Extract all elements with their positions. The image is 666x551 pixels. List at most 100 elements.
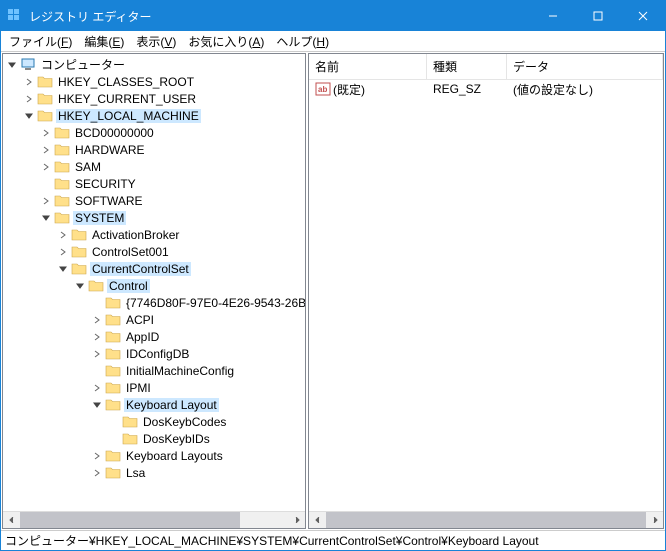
chevron-right-icon[interactable] bbox=[88, 469, 105, 477]
folder-icon bbox=[105, 346, 121, 362]
tree-item-label: ControlSet001 bbox=[90, 245, 171, 259]
tree-item[interactable]: HARDWARE bbox=[3, 141, 305, 158]
chevron-right-icon[interactable] bbox=[20, 78, 37, 86]
folder-icon bbox=[105, 363, 121, 379]
tree-item[interactable]: DosKeybIDs bbox=[3, 430, 305, 447]
tree-item[interactable]: CurrentControlSet bbox=[3, 260, 305, 277]
folder-icon bbox=[71, 244, 87, 260]
folder-icon bbox=[105, 312, 121, 328]
chevron-right-icon[interactable] bbox=[37, 129, 54, 137]
menu-view[interactable]: 表示(V) bbox=[130, 31, 182, 52]
tree-item-label: AppID bbox=[124, 330, 161, 344]
folder-icon bbox=[54, 193, 70, 209]
tree-item-label: Keyboard Layouts bbox=[124, 449, 225, 463]
scroll-left-button[interactable] bbox=[309, 512, 326, 528]
tree-item[interactable]: IPMI bbox=[3, 379, 305, 396]
tree-item[interactable]: SOFTWARE bbox=[3, 192, 305, 209]
tree-item[interactable]: HKEY_CLASSES_ROOT bbox=[3, 73, 305, 90]
tree-item[interactable]: Keyboard Layout bbox=[3, 396, 305, 413]
list-row[interactable]: ab(既定)REG_SZ(値の設定なし) bbox=[309, 80, 663, 98]
tree-item[interactable]: {7746D80F-97E0-4E26-9543-26B bbox=[3, 294, 305, 311]
tree-item[interactable]: コンピューター bbox=[3, 56, 305, 73]
title-bar: レジストリ エディター bbox=[1, 1, 665, 31]
chevron-down-icon[interactable] bbox=[37, 214, 54, 222]
tree-item[interactable]: SAM bbox=[3, 158, 305, 175]
chevron-down-icon[interactable] bbox=[3, 61, 20, 69]
menu-file[interactable]: ファイル(F) bbox=[3, 31, 78, 52]
tree-item[interactable]: DosKeybCodes bbox=[3, 413, 305, 430]
folder-icon bbox=[122, 414, 138, 430]
tree-item-label: SAM bbox=[73, 160, 103, 174]
tree-item[interactable]: ACPI bbox=[3, 311, 305, 328]
scroll-right-button[interactable] bbox=[288, 512, 305, 528]
window-title: レジストリ エディター bbox=[29, 8, 530, 25]
scroll-left-button[interactable] bbox=[3, 512, 20, 528]
folder-icon bbox=[71, 261, 87, 277]
svg-text:ab: ab bbox=[318, 85, 327, 94]
chevron-down-icon[interactable] bbox=[54, 265, 71, 273]
column-name[interactable]: 名前 bbox=[309, 54, 427, 79]
folder-icon bbox=[105, 295, 121, 311]
menu-edit[interactable]: 編集(E) bbox=[78, 31, 130, 52]
tree-item[interactable]: BCD00000000 bbox=[3, 124, 305, 141]
tree-item-label: HKEY_LOCAL_MACHINE bbox=[56, 109, 201, 123]
folder-icon bbox=[122, 431, 138, 447]
tree-item[interactable]: IDConfigDB bbox=[3, 345, 305, 362]
tree-item-label: Control bbox=[107, 279, 150, 293]
chevron-right-icon[interactable] bbox=[88, 452, 105, 460]
chevron-right-icon[interactable] bbox=[54, 248, 71, 256]
tree-item-label: CurrentControlSet bbox=[90, 262, 191, 276]
tree-item[interactable]: Lsa bbox=[3, 464, 305, 481]
chevron-down-icon[interactable] bbox=[88, 401, 105, 409]
status-bar: コンピューター¥HKEY_LOCAL_MACHINE¥SYSTEM¥Curren… bbox=[1, 530, 665, 550]
tree-item-label: HARDWARE bbox=[73, 143, 147, 157]
folder-icon bbox=[54, 159, 70, 175]
folder-icon bbox=[37, 74, 53, 90]
minimize-button[interactable] bbox=[530, 1, 575, 31]
registry-tree[interactable]: コンピューターHKEY_CLASSES_ROOTHKEY_CURRENT_USE… bbox=[3, 54, 305, 511]
folder-icon bbox=[88, 278, 104, 294]
tree-item[interactable]: HKEY_LOCAL_MACHINE bbox=[3, 107, 305, 124]
chevron-right-icon[interactable] bbox=[88, 316, 105, 324]
menu-help[interactable]: ヘルプ(H) bbox=[270, 31, 335, 52]
folder-icon bbox=[54, 176, 70, 192]
folder-icon bbox=[105, 380, 121, 396]
tree-item[interactable]: SECURITY bbox=[3, 175, 305, 192]
chevron-right-icon[interactable] bbox=[37, 163, 54, 171]
tree-item-label: SOFTWARE bbox=[73, 194, 145, 208]
tree-item[interactable]: ActivationBroker bbox=[3, 226, 305, 243]
column-type[interactable]: 種類 bbox=[427, 54, 507, 79]
list-body[interactable]: ab(既定)REG_SZ(値の設定なし) bbox=[309, 80, 663, 511]
chevron-right-icon[interactable] bbox=[88, 384, 105, 392]
tree-item[interactable]: HKEY_CURRENT_USER bbox=[3, 90, 305, 107]
folder-icon bbox=[37, 91, 53, 107]
chevron-right-icon[interactable] bbox=[37, 197, 54, 205]
tree-item[interactable]: InitialMachineConfig bbox=[3, 362, 305, 379]
chevron-right-icon[interactable] bbox=[88, 350, 105, 358]
tree-scroll-h[interactable] bbox=[3, 511, 305, 528]
column-data[interactable]: データ bbox=[507, 54, 663, 79]
app-icon bbox=[7, 8, 23, 24]
maximize-button[interactable] bbox=[575, 1, 620, 31]
chevron-right-icon[interactable] bbox=[88, 333, 105, 341]
list-scroll-h[interactable] bbox=[309, 511, 663, 528]
chevron-right-icon[interactable] bbox=[54, 231, 71, 239]
tree-item-label: InitialMachineConfig bbox=[124, 364, 236, 378]
menu-favorites[interactable]: お気に入り(A) bbox=[182, 31, 270, 52]
tree-item-label: DosKeybCodes bbox=[141, 415, 228, 429]
tree-pane: コンピューターHKEY_CLASSES_ROOTHKEY_CURRENT_USE… bbox=[2, 53, 306, 529]
list-pane: 名前 種類 データ ab(既定)REG_SZ(値の設定なし) bbox=[308, 53, 664, 529]
chevron-right-icon[interactable] bbox=[20, 95, 37, 103]
tree-item-label: SECURITY bbox=[73, 177, 138, 191]
tree-item[interactable]: Control bbox=[3, 277, 305, 294]
chevron-right-icon[interactable] bbox=[37, 146, 54, 154]
chevron-down-icon[interactable] bbox=[71, 282, 88, 290]
tree-item[interactable]: ControlSet001 bbox=[3, 243, 305, 260]
tree-item[interactable]: AppID bbox=[3, 328, 305, 345]
close-button[interactable] bbox=[620, 1, 665, 31]
tree-item[interactable]: SYSTEM bbox=[3, 209, 305, 226]
folder-icon bbox=[71, 227, 87, 243]
chevron-down-icon[interactable] bbox=[20, 112, 37, 120]
tree-item[interactable]: Keyboard Layouts bbox=[3, 447, 305, 464]
scroll-right-button[interactable] bbox=[646, 512, 663, 528]
